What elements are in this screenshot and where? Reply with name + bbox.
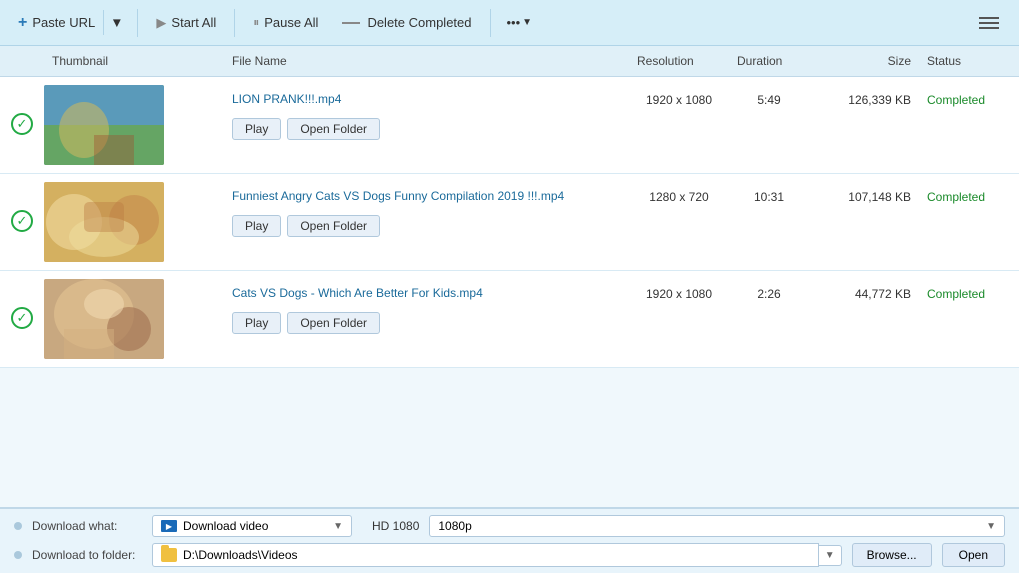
open-folder-button-3[interactable]: Open Folder [287, 312, 380, 334]
separator-3 [490, 9, 491, 37]
folder-path-arrow[interactable]: ▼ [819, 545, 842, 566]
open-button[interactable]: Open [942, 543, 1005, 567]
quality-select[interactable]: 1080p ▼ [429, 515, 1005, 537]
item-check-2: ✓ [0, 182, 44, 232]
item-filename-2: Funniest Angry Cats VS Dogs Funny Compil… [232, 188, 621, 205]
item-status-1: Completed [919, 85, 1019, 115]
paste-url-button[interactable]: + Paste URL [10, 9, 103, 37]
play-button-2[interactable]: Play [232, 215, 281, 237]
video-icon: ▶ [161, 520, 177, 532]
hamburger-line-3 [979, 27, 999, 29]
table-row: ✓ LION PRANK!!!.mp4 Play Open Folder 192… [0, 77, 1019, 174]
download-to-dot [14, 551, 22, 559]
toolbar: + Paste URL ▼ ▶ Start All ⏸ Pause All De… [0, 0, 1019, 46]
item-status-2: Completed [919, 182, 1019, 212]
delete-completed-button[interactable]: Delete Completed [332, 10, 481, 35]
item-duration-1: 5:49 [729, 85, 809, 115]
item-actions-2: Play Open Folder [232, 215, 621, 237]
item-size-2: 107,148 KB [809, 182, 919, 212]
th-status: Status [919, 52, 1019, 70]
check-circle-2: ✓ [11, 210, 33, 232]
folder-icon [161, 548, 177, 562]
th-size: Size [809, 52, 919, 70]
open-folder-button-2[interactable]: Open Folder [287, 215, 380, 237]
folder-path-group: D:\Downloads\Videos ▼ [152, 543, 842, 567]
play-icon: ▶ [156, 15, 166, 31]
pause-icon: ⏸ [253, 15, 259, 30]
item-size-3: 44,772 KB [809, 279, 919, 309]
open-folder-button-1[interactable]: Open Folder [287, 118, 380, 140]
table-row: ✓ Cats VS Dogs - Which Are Better For Ki… [0, 271, 1019, 368]
paste-url-dropdown-button[interactable]: ▼ [103, 10, 129, 35]
download-list: ✓ LION PRANK!!!.mp4 Play Open Folder 192… [0, 77, 1019, 508]
item-status-3: Completed [919, 279, 1019, 309]
delete-icon [342, 22, 360, 24]
folder-arrow-icon: ▼ [825, 550, 835, 561]
hamburger-line-1 [979, 17, 999, 19]
item-info-1: LION PRANK!!!.mp4 Play Open Folder [224, 85, 629, 146]
table-header: Thumbnail File Name Resolution Duration … [0, 46, 1019, 77]
item-filename-1: LION PRANK!!!.mp4 [232, 91, 621, 108]
download-what-value: Download video [183, 519, 327, 533]
thumbnail-3 [44, 279, 164, 359]
item-resolution-3: 1920 x 1080 [629, 279, 729, 309]
select-arrow-icon: ▼ [333, 521, 343, 532]
check-circle-1: ✓ [11, 113, 33, 135]
thumbnail-1 [44, 85, 164, 165]
item-filename-3: Cats VS Dogs - Which Are Better For Kids… [232, 285, 621, 302]
check-circle-3: ✓ [11, 307, 33, 329]
item-actions-1: Play Open Folder [232, 118, 621, 140]
menu-button[interactable] [969, 9, 1009, 37]
paste-url-label: Paste URL [32, 15, 95, 30]
download-to-label: Download to folder: [32, 548, 142, 562]
play-button-1[interactable]: Play [232, 118, 281, 140]
item-info-3: Cats VS Dogs - Which Are Better For Kids… [224, 279, 629, 340]
download-to-row: Download to folder: D:\Downloads\Videos … [14, 543, 1005, 567]
play-button-3[interactable]: Play [232, 312, 281, 334]
item-resolution-2: 1280 x 720 [629, 182, 729, 212]
more-icon: ••• [507, 15, 521, 30]
item-resolution-1: 1920 x 1080 [629, 85, 729, 115]
item-check-3: ✓ [0, 279, 44, 329]
download-what-label: Download what: [32, 519, 142, 533]
item-info-2: Funniest Angry Cats VS Dogs Funny Compil… [224, 182, 629, 243]
download-what-select[interactable]: ▶ Download video ▼ [152, 515, 352, 537]
th-filename: File Name [224, 52, 629, 70]
more-dropdown-arrow: ▼ [522, 17, 532, 28]
pause-all-label: Pause All [264, 15, 318, 30]
th-resolution: Resolution [629, 52, 729, 70]
quality-label: HD 1080 [362, 519, 419, 533]
folder-path-select[interactable]: D:\Downloads\Videos [152, 543, 819, 567]
delete-completed-label: Delete Completed [367, 15, 471, 30]
th-duration: Duration [729, 52, 809, 70]
table-row: ✓ Funniest Angry Cats VS Dogs Funny Comp… [0, 174, 1019, 271]
bottom-bar: Download what: ▶ Download video ▼ HD 108… [0, 508, 1019, 573]
item-actions-3: Play Open Folder [232, 312, 621, 334]
th-thumbnail: Thumbnail [44, 52, 224, 70]
separator-1 [137, 9, 138, 37]
pause-all-button[interactable]: ⏸ Pause All [243, 10, 328, 35]
item-size-1: 126,339 KB [809, 85, 919, 115]
download-what-row: Download what: ▶ Download video ▼ HD 108… [14, 515, 1005, 537]
start-all-label: Start All [171, 15, 216, 30]
start-all-button[interactable]: ▶ Start All [146, 10, 226, 36]
browse-button[interactable]: Browse... [852, 543, 932, 567]
item-duration-3: 2:26 [729, 279, 809, 309]
chevron-down-icon: ▼ [110, 15, 123, 30]
thumbnail-2 [44, 182, 164, 262]
hamburger-line-2 [979, 22, 999, 24]
quality-arrow-icon: ▼ [986, 521, 996, 532]
paste-url-group: + Paste URL ▼ [10, 9, 129, 37]
more-button[interactable]: ••• ▼ [499, 10, 541, 35]
separator-2 [234, 9, 235, 37]
download-what-dot [14, 522, 22, 530]
plus-icon: + [18, 14, 27, 32]
item-check-1: ✓ [0, 85, 44, 135]
th-check [0, 52, 44, 70]
item-duration-2: 10:31 [729, 182, 809, 212]
quality-value: 1080p [438, 519, 471, 533]
folder-path-text: D:\Downloads\Videos [183, 548, 810, 562]
